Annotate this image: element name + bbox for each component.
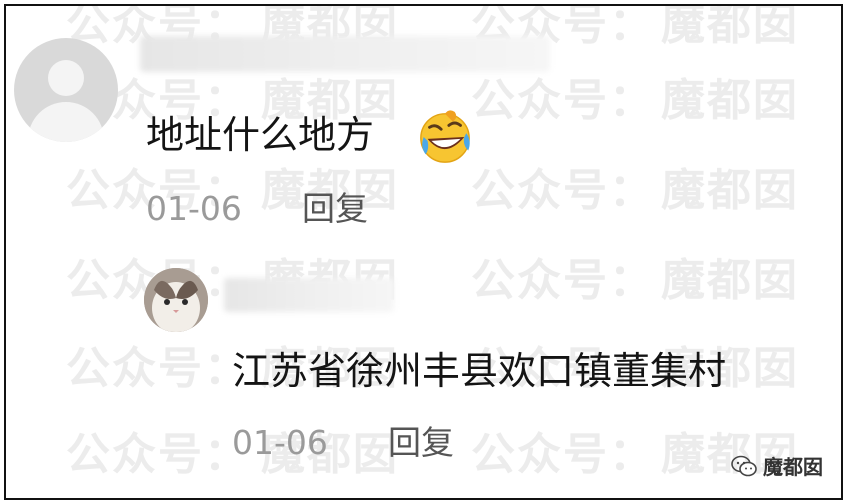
reply-date: 01-06	[232, 423, 328, 462]
username-redacted	[140, 36, 550, 72]
username-redacted	[224, 278, 394, 312]
watermark-text: 公众号：	[471, 255, 655, 306]
watermark-text: 魔都囡	[661, 165, 799, 216]
wechat-icon	[731, 455, 757, 476]
watermark-text: 公众号：	[471, 75, 655, 126]
default-avatar-head-icon	[48, 60, 84, 96]
watermark-text: 公众号：	[66, 429, 250, 480]
default-avatar-body-icon	[28, 102, 104, 142]
comment-text: 地址什么地方	[146, 113, 375, 157]
reply-button[interactable]: 回复	[302, 192, 368, 225]
brand-mark: 魔都囡	[731, 451, 823, 480]
watermark-text: 魔都囡	[661, 75, 799, 126]
watermark-text: 魔都囡	[661, 255, 799, 306]
watermark-text: 公众号：	[66, 343, 250, 394]
avatar[interactable]	[14, 38, 118, 142]
watermark-text: 公众号：	[471, 429, 655, 480]
watermark-text: 魔都囡	[661, 4, 799, 50]
reply-text: 江苏省徐州丰县欢口镇董集村	[232, 349, 727, 393]
rolling-laughing-face-icon	[420, 110, 470, 163]
cat-photo-icon	[144, 268, 208, 332]
comment-date: 01-06	[146, 189, 242, 228]
brand-name: 魔都囡	[763, 455, 823, 479]
avatar[interactable]	[144, 268, 208, 332]
comment-panel: 公众号： 魔都囡 公众号： 魔都囡 公众号： 魔都囡 公众号： 魔都囡 公众号：…	[4, 4, 843, 500]
reply-button[interactable]: 回复	[388, 426, 454, 459]
watermark-text: 公众号：	[471, 165, 655, 216]
